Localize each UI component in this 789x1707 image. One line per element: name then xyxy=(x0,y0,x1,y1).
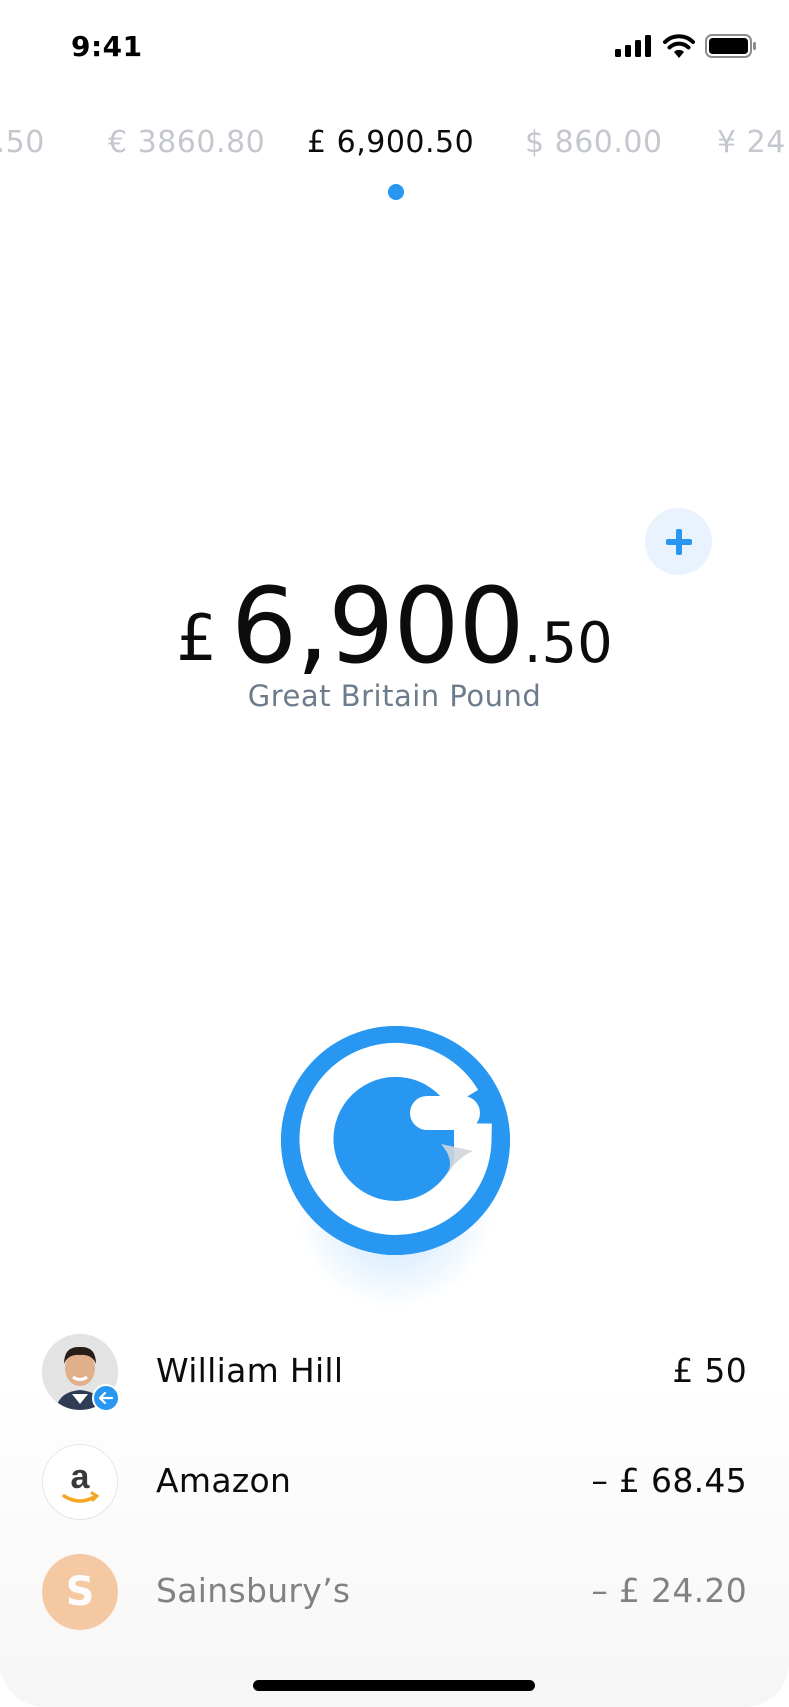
transaction-amount: – £ 24.20 xyxy=(591,1571,747,1610)
status-time: 9:41 xyxy=(71,30,143,63)
avatar: S xyxy=(42,1554,118,1630)
transaction-amount: – £ 68.45 xyxy=(591,1461,747,1500)
amazon-logo-icon: a xyxy=(42,1444,118,1520)
battery-icon xyxy=(705,34,756,58)
signal-icon xyxy=(615,35,651,57)
transaction-name: Amazon xyxy=(156,1461,292,1500)
balance-currency-symbol: £ xyxy=(176,602,217,676)
currency-tab-gbp[interactable]: £ 6,900.50 xyxy=(307,125,474,160)
arrow-left-icon xyxy=(99,1392,113,1404)
incoming-badge xyxy=(92,1384,120,1412)
transaction-name: Sainsbury’s xyxy=(156,1571,351,1610)
transaction-row[interactable]: William Hill £ 50 xyxy=(0,1331,789,1412)
g-logo-button[interactable] xyxy=(281,1026,510,1255)
transaction-name: William Hill xyxy=(156,1351,344,1390)
balance-amount: £6,900.50 xyxy=(0,565,789,687)
svg-text:a: a xyxy=(71,1458,91,1496)
currency-tab[interactable]: 0.50 xyxy=(0,125,45,160)
app-screen: 9:41 0.50 € 3860.80 £ 6,900.50 $ 860.00 … xyxy=(0,0,789,1707)
g-logo-icon xyxy=(281,1026,510,1255)
active-page-indicator xyxy=(388,184,404,200)
transaction-row[interactable]: a Amazon – £ 68.45 xyxy=(0,1441,789,1521)
sainsburys-logo-icon: S xyxy=(42,1554,118,1630)
avatar xyxy=(42,1334,120,1412)
balance-whole: 6,900 xyxy=(230,565,525,687)
transaction-amount: £ 50 xyxy=(672,1351,747,1390)
status-icons xyxy=(615,34,757,58)
plus-icon xyxy=(665,528,692,555)
transaction-row[interactable]: S Sainsbury’s – £ 24.20 xyxy=(0,1551,789,1631)
wifi-icon xyxy=(663,34,695,58)
home-indicator[interactable] xyxy=(253,1680,535,1691)
currency-tab-jpy[interactable]: ¥ 24 xyxy=(717,125,786,160)
currency-name: Great Britain Pound xyxy=(247,679,542,713)
avatar: a xyxy=(42,1444,118,1520)
currency-tab-eur[interactable]: € 3860.80 xyxy=(108,125,265,160)
currency-tab-usd[interactable]: $ 860.00 xyxy=(525,125,663,160)
balance-cents: .50 xyxy=(523,611,613,676)
currency-carousel[interactable]: 0.50 € 3860.80 £ 6,900.50 $ 860.00 ¥ 24 xyxy=(0,125,789,165)
